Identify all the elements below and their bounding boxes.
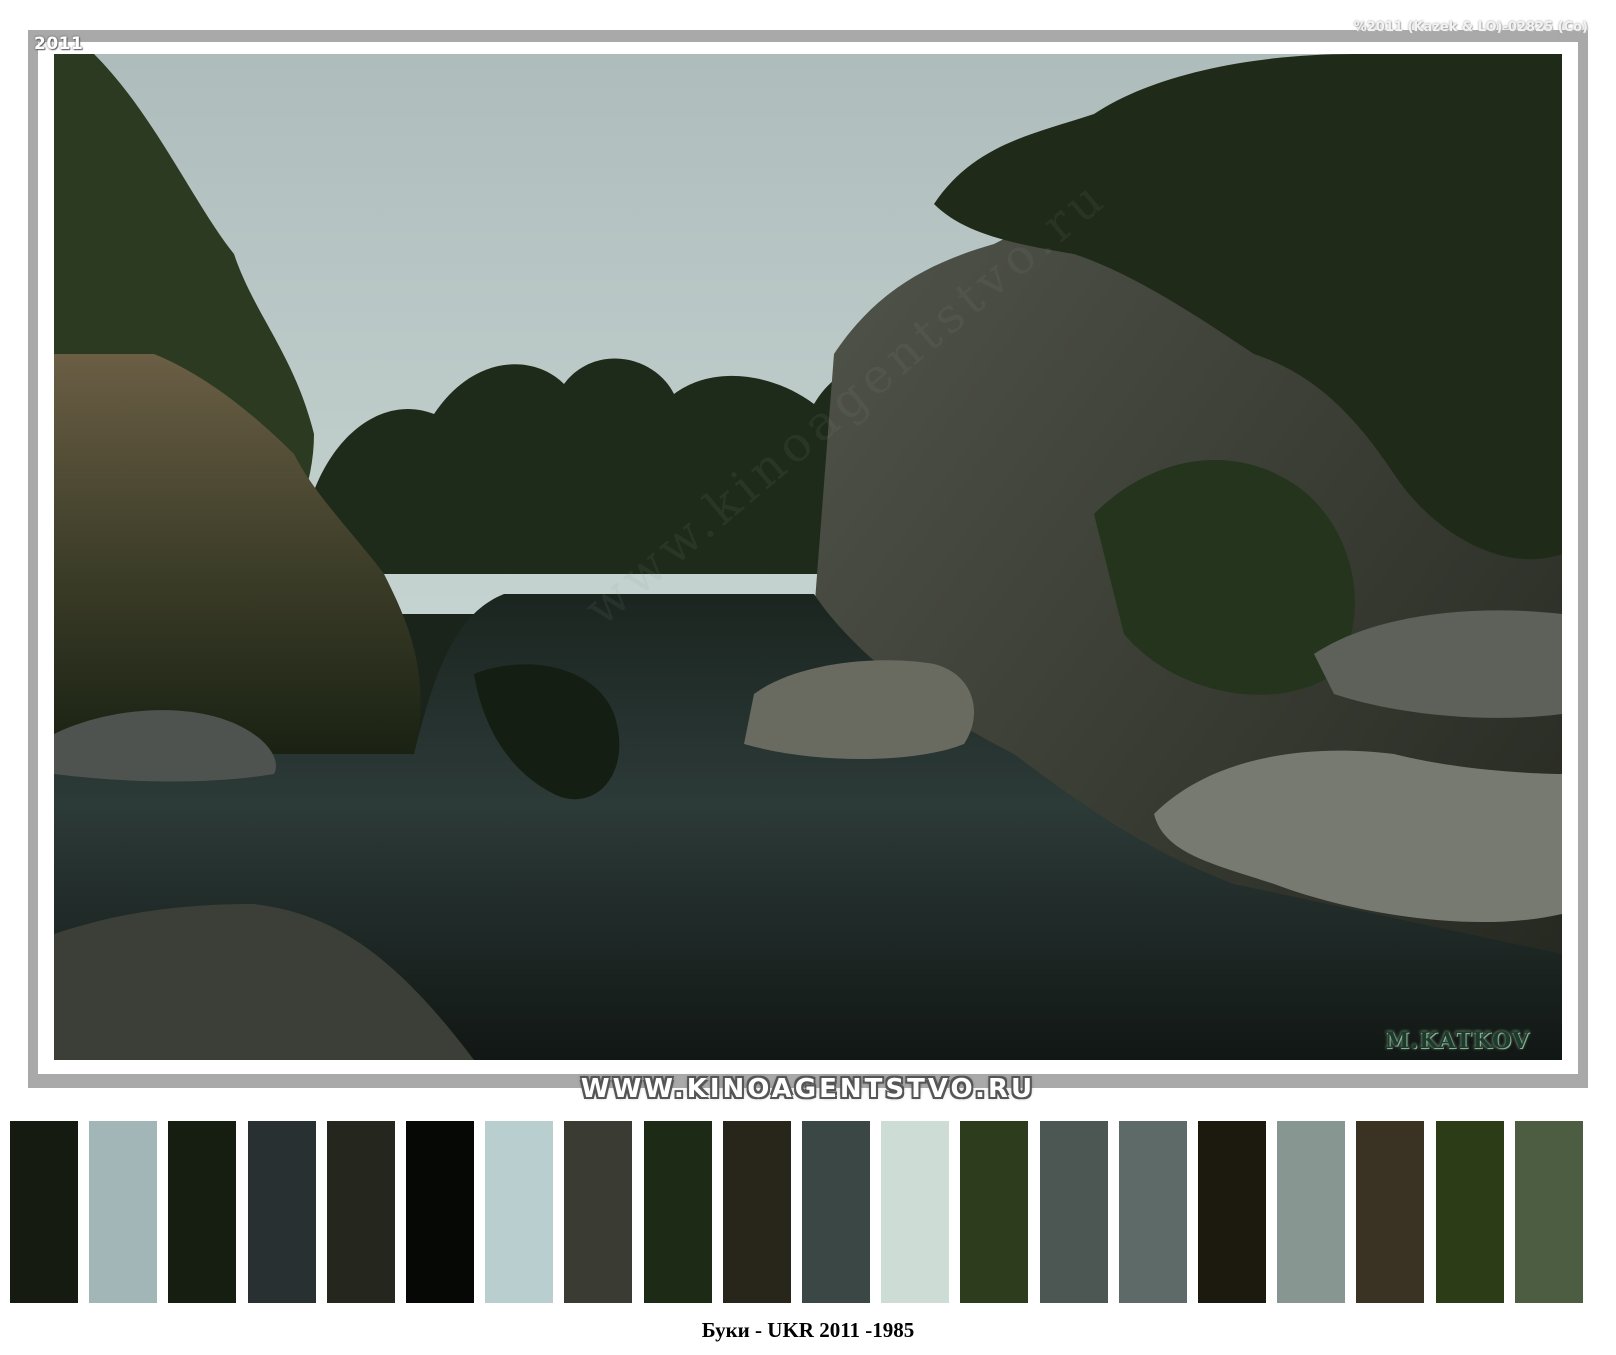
photo-frame: www.kinoagentstvo.ru bbox=[28, 30, 1588, 1088]
color-swatch bbox=[168, 1121, 236, 1303]
year-tag: 2011 bbox=[34, 34, 84, 54]
photo-illustration bbox=[54, 54, 1562, 1060]
copyright-text: %2011 (Kazek & LO)-02825 (Co) bbox=[1353, 20, 1588, 35]
color-swatch bbox=[1119, 1121, 1187, 1303]
color-swatch bbox=[1198, 1121, 1266, 1303]
color-swatch bbox=[89, 1121, 157, 1303]
caption: Буки - UKR 2011 -1985 bbox=[701, 1318, 915, 1342]
color-swatch bbox=[960, 1121, 1028, 1303]
color-swatch bbox=[723, 1121, 791, 1303]
color-swatch bbox=[564, 1121, 632, 1303]
photo-mat: www.kinoagentstvo.ru bbox=[38, 42, 1578, 1074]
color-swatch bbox=[802, 1121, 870, 1303]
color-swatch bbox=[1277, 1121, 1345, 1303]
color-swatch bbox=[644, 1121, 712, 1303]
color-palette bbox=[10, 1121, 1616, 1303]
color-swatch bbox=[406, 1121, 474, 1303]
site-banner: WWW.KINOAGENTSTVO.RU bbox=[580, 1074, 1036, 1104]
color-swatch bbox=[10, 1121, 78, 1303]
color-swatch bbox=[1356, 1121, 1424, 1303]
color-swatch bbox=[248, 1121, 316, 1303]
photographer-signature: M.KATKOV bbox=[1385, 1028, 1530, 1054]
color-swatch bbox=[1436, 1121, 1504, 1303]
color-swatch bbox=[327, 1121, 395, 1303]
color-swatch bbox=[881, 1121, 949, 1303]
color-swatch bbox=[1515, 1121, 1583, 1303]
color-swatch bbox=[1040, 1121, 1108, 1303]
color-swatch bbox=[485, 1121, 553, 1303]
landscape-photo: www.kinoagentstvo.ru bbox=[54, 54, 1562, 1060]
page: www.kinoagentstvo.ru 2011 %2011 (Kazek &… bbox=[0, 0, 1616, 1355]
